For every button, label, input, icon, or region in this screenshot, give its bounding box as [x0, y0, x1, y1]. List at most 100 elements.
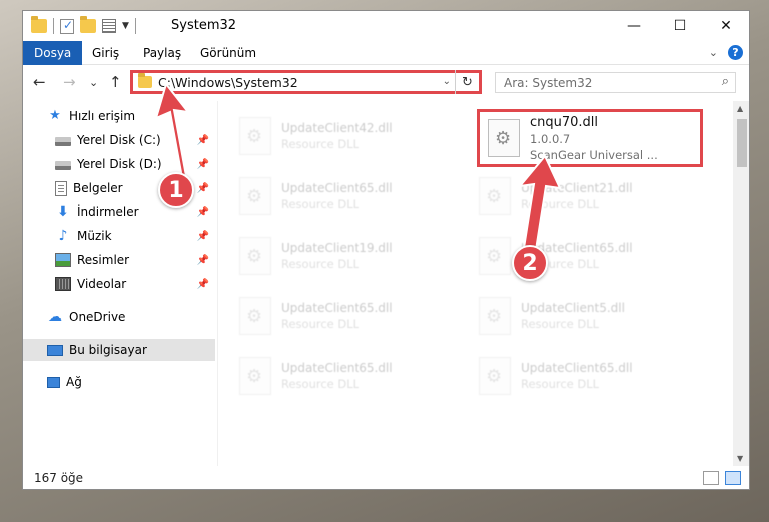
- quick-access-toolbar: ▼: [31, 16, 136, 34]
- forward-arrow-icon[interactable]: →: [63, 73, 76, 91]
- tiles-view-icon[interactable]: [725, 471, 741, 485]
- dll-file-icon: [479, 237, 511, 275]
- pictures-icon: [55, 253, 71, 267]
- sidebar-item-label: Bu bilgisayar: [69, 343, 147, 357]
- ribbon-controls: ⌄ ?: [709, 45, 743, 60]
- file-type: Resource DLL: [281, 257, 360, 271]
- file-name: UpdateClient65.dll: [521, 361, 633, 375]
- file-item[interactable]: UpdateClient65.dllResource DLL: [471, 229, 699, 283]
- scroll-down-icon[interactable]: ▼: [737, 454, 743, 463]
- file-description: ScanGear Universal ...: [530, 147, 658, 162]
- customize-toolbar-icon[interactable]: [102, 19, 116, 33]
- file-item[interactable]: UpdateClient5.dll Resource DLL: [471, 289, 699, 343]
- sidebar-item-onedrive[interactable]: ☁ OneDrive: [23, 306, 215, 328]
- file-item[interactable]: UpdateClient65.dll Resource DLL: [471, 349, 699, 403]
- sidebar-item-this-pc[interactable]: Bu bilgisayar: [23, 339, 215, 361]
- window-title: System32: [171, 18, 237, 33]
- file-item[interactable]: UpdateClient21.dll Resource DLL: [471, 169, 699, 223]
- address-path[interactable]: C:\Windows\System32: [158, 75, 298, 90]
- minimize-button[interactable]: —: [611, 11, 657, 41]
- sidebar-item-network[interactable]: Ağ: [23, 371, 215, 393]
- sidebar-item-label: İndirmeler: [77, 205, 139, 219]
- address-dropdown-icon[interactable]: ⌄: [443, 76, 451, 87]
- properties-check-icon[interactable]: [60, 18, 74, 34]
- file-type: Resource DLL: [281, 197, 360, 211]
- tab-paylas[interactable]: Paylaş: [132, 41, 192, 65]
- address-bar[interactable]: C:\Windows\System32 ⌄ ↻: [130, 70, 482, 94]
- pin-icon[interactable]: 📌: [197, 183, 209, 194]
- file-item[interactable]: UpdateClient42.dll Resource DLL: [231, 109, 459, 163]
- dll-file-icon: [479, 297, 511, 335]
- pin-icon[interactable]: 📌: [197, 279, 209, 290]
- file-name: cnqu70.dll: [530, 114, 599, 130]
- tab-giris[interactable]: Giriş: [81, 41, 130, 65]
- file-type: Resource DLL: [521, 377, 600, 391]
- back-arrow-icon[interactable]: ←: [33, 73, 46, 91]
- sidebar-item-label: Hızlı erişim: [69, 109, 136, 123]
- sidebar-item-music[interactable]: ♪ Müzik 📌: [23, 225, 215, 247]
- help-icon[interactable]: ?: [728, 45, 743, 60]
- maximize-button[interactable]: ☐: [657, 11, 703, 41]
- ribbon-collapse-icon[interactable]: ⌄: [709, 46, 718, 59]
- tab-gorunum[interactable]: Görünüm: [189, 41, 267, 65]
- folder-icon: [31, 16, 47, 33]
- sidebar-item-label: Resimler: [77, 253, 130, 267]
- close-button[interactable]: ✕: [703, 11, 749, 41]
- file-name: UpdateClient65.dll: [281, 361, 393, 375]
- dll-file-icon: [239, 177, 271, 215]
- file-name: UpdateClient65.dll: [281, 301, 393, 315]
- file-name: UpdateClient42.dll: [281, 121, 393, 135]
- pin-icon[interactable]: 📌: [197, 135, 209, 146]
- recent-locations-icon[interactable]: ⌄: [89, 76, 98, 89]
- pin-icon[interactable]: 📌: [197, 255, 209, 266]
- toolbar-divider: [134, 18, 136, 34]
- sidebar-item-label: Ağ: [66, 375, 82, 389]
- toolbar-dropdown-icon[interactable]: ▼: [122, 21, 129, 31]
- vertical-scrollbar[interactable]: ▲ ▼: [733, 101, 749, 466]
- download-icon: ⬇: [57, 204, 69, 220]
- view-toggle: [703, 471, 741, 485]
- sidebar-item-videos[interactable]: Videolar 📌: [23, 273, 215, 295]
- tab-dosya[interactable]: Dosya: [23, 41, 83, 65]
- music-icon: ♪: [58, 228, 68, 244]
- file-item[interactable]: UpdateClient65.dll Resource DLL: [231, 169, 459, 223]
- refresh-icon[interactable]: ↻: [455, 70, 479, 94]
- file-name: UpdateClient65.dll: [281, 181, 393, 195]
- pin-icon[interactable]: 📌: [197, 207, 209, 218]
- file-version: 1.0.0.7: [530, 131, 571, 146]
- toolbar-divider: [53, 18, 54, 34]
- sidebar-item-disk-d[interactable]: Yerel Disk (D:) 📌: [23, 153, 215, 175]
- sidebar-item-label: Yerel Disk (C:): [77, 133, 161, 147]
- search-input[interactable]: Ara: System32: [504, 76, 592, 90]
- up-arrow-icon[interactable]: ↑: [109, 73, 122, 91]
- disk-icon: [55, 137, 71, 146]
- pin-icon[interactable]: 📌: [197, 159, 209, 170]
- dll-file-icon: [239, 357, 271, 395]
- sidebar-item-quick-access[interactable]: ★ Hızlı erişim: [23, 105, 215, 127]
- step-badge-1: 1: [158, 172, 194, 208]
- scrollbar-thumb[interactable]: [737, 119, 747, 167]
- sidebar-item-disk-c[interactable]: Yerel Disk (C:) 📌: [23, 129, 215, 151]
- file-item[interactable]: UpdateClient65.dllResource DLL: [231, 349, 459, 403]
- sidebar-item-label: Belgeler: [73, 181, 123, 195]
- sidebar-item-pictures[interactable]: Resimler 📌: [23, 249, 215, 271]
- file-item-cnqu70[interactable]: cnqu70.dll 1.0.0.7 ScanGear Universal ..…: [477, 109, 703, 167]
- new-folder-icon[interactable]: [80, 16, 96, 33]
- file-item[interactable]: UpdateClient65.dllResource DLL: [231, 289, 459, 343]
- pane-divider[interactable]: [217, 101, 218, 466]
- dll-file-icon: [479, 177, 511, 215]
- step-badge-2: 2: [512, 245, 548, 281]
- dll-file-icon: [239, 297, 271, 335]
- dll-file-icon: [488, 119, 520, 157]
- disk-icon: [55, 161, 71, 170]
- search-box[interactable]: Ara: System32 ⌕: [495, 72, 736, 93]
- navigation-bar: ← → ⌄ ↑ C:\Windows\System32 ⌄ ↻ Ara: Sys…: [23, 67, 749, 97]
- file-item[interactable]: UpdateClient19.dll Resource DLL: [231, 229, 459, 283]
- search-icon[interactable]: ⌕: [722, 74, 729, 89]
- details-view-icon[interactable]: [703, 471, 719, 485]
- explorer-window: ▼ System32 — ☐ ✕ Dosya Giriş Paylaş Görü…: [22, 10, 750, 490]
- cloud-icon: ☁: [48, 309, 62, 325]
- pin-icon[interactable]: 📌: [197, 231, 209, 242]
- scroll-up-icon[interactable]: ▲: [737, 104, 743, 113]
- title-bar: ▼ System32 — ☐ ✕: [23, 11, 749, 41]
